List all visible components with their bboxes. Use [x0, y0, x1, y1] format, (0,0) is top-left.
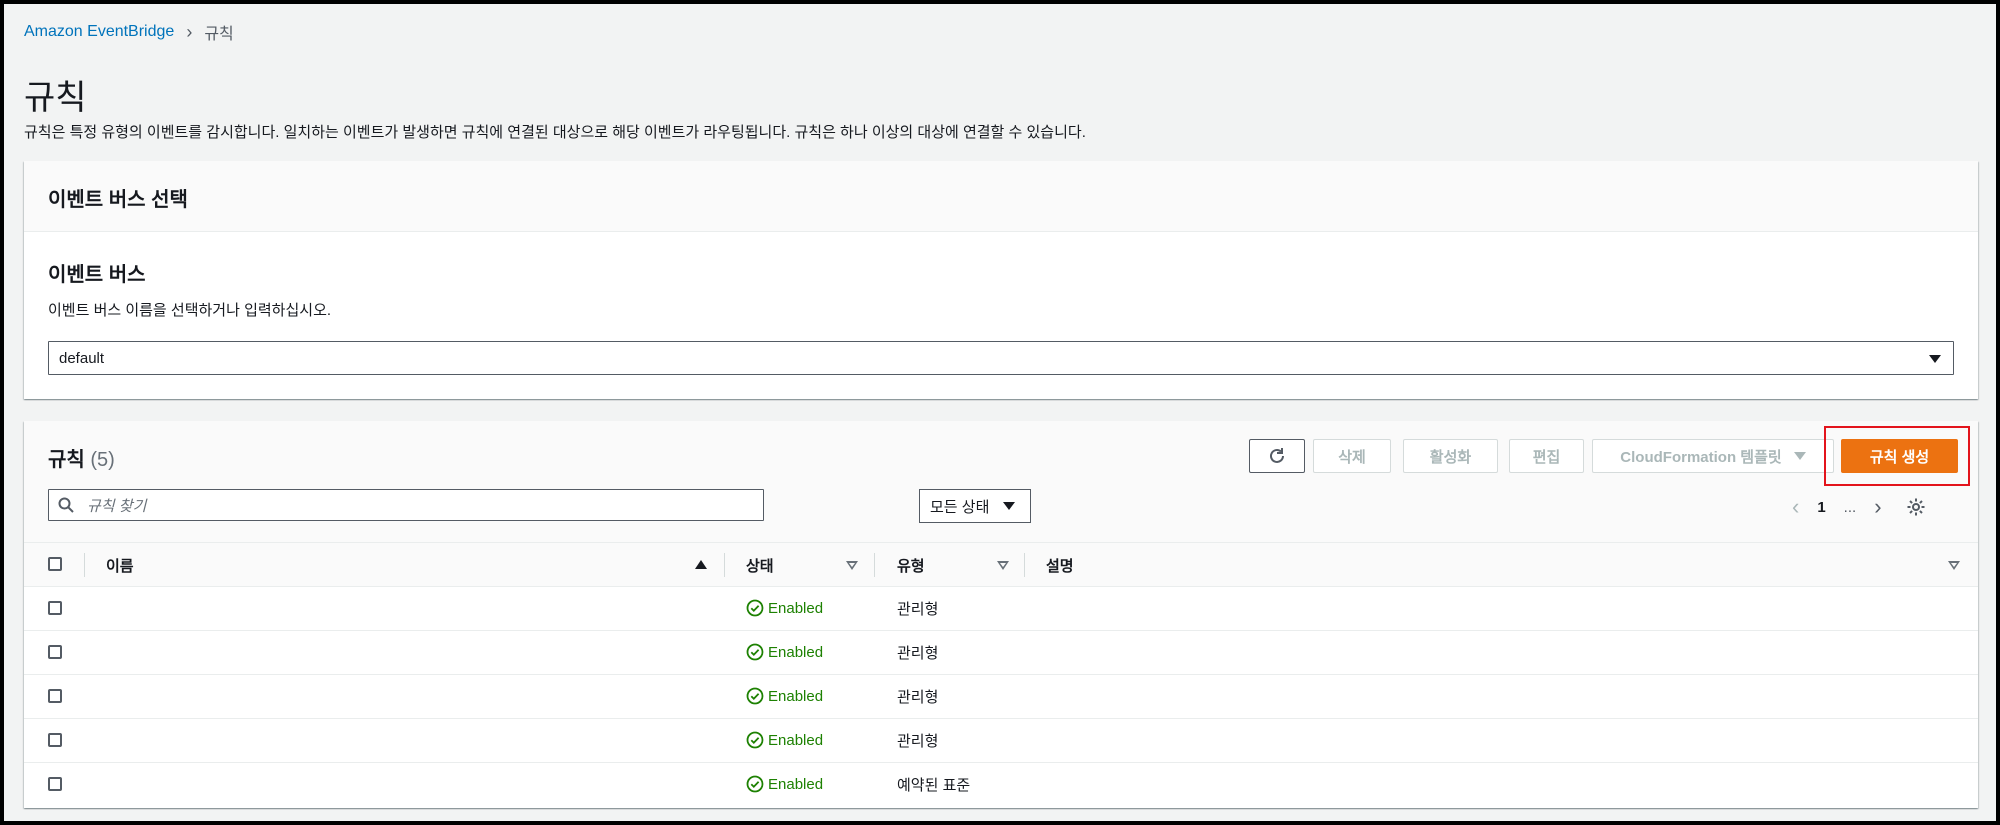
status-cell: Enabled: [746, 775, 823, 793]
rules-panel: 규칙 (5) 삭제 활성화 편집 CloudFormation 템플릿 규칙 생…: [24, 421, 1978, 808]
sort-toggle-icon[interactable]: [846, 561, 858, 570]
caret-down-icon: [1003, 502, 1016, 510]
check-circle-icon: [746, 731, 764, 749]
rule-search: [48, 489, 764, 521]
check-circle-icon: [746, 687, 764, 705]
type-cell: 관리형: [897, 601, 939, 618]
row-checkbox[interactable]: [48, 777, 62, 791]
refresh-button[interactable]: [1249, 439, 1305, 473]
status-cell: Enabled: [746, 687, 823, 705]
delete-button[interactable]: 삭제: [1313, 439, 1391, 473]
table-row: Enabled 관리형: [24, 631, 1978, 675]
search-icon: [58, 497, 74, 513]
pagination: ‹ 1 ... ›: [1792, 493, 1926, 521]
row-checkbox[interactable]: [48, 733, 62, 747]
select-all-checkbox[interactable]: [48, 557, 62, 571]
event-bus-select[interactable]: default: [48, 341, 1954, 375]
status-filter-value: 모든 상태: [930, 498, 990, 516]
rule-search-input[interactable]: [85, 494, 749, 518]
gear-icon[interactable]: [1906, 497, 1926, 517]
page: Amazon EventBridge › 규칙 규칙 규칙은 특정 유형의 이벤…: [4, 4, 1996, 821]
status-cell: Enabled: [746, 731, 823, 749]
column-header-status[interactable]: 상태: [746, 555, 774, 576]
rules-title-text: 규칙: [48, 449, 85, 471]
column-header-name[interactable]: 이름: [106, 555, 134, 576]
event-bus-selected-value: default: [59, 350, 105, 367]
refresh-icon: [1270, 448, 1284, 463]
breadcrumb: Amazon EventBridge › 규칙: [24, 20, 234, 44]
page-description: 규칙은 특정 유형의 이벤트를 감시합니다. 일치하는 이벤트가 발생하면 규칙…: [24, 124, 1086, 141]
page-title: 규칙: [24, 79, 87, 117]
table-header: 이름 상태 유형 설명: [24, 542, 1978, 587]
row-checkbox[interactable]: [48, 645, 62, 659]
type-cell: 관리형: [897, 645, 939, 662]
sort-toggle-icon[interactable]: [997, 561, 1009, 570]
status-filter-select[interactable]: 모든 상태: [919, 489, 1031, 523]
enable-button[interactable]: 활성화: [1403, 439, 1498, 473]
pagination-ellipsis: ...: [1843, 498, 1857, 516]
caret-down-icon: [1793, 452, 1806, 460]
event-bus-panel-header: 이벤트 버스 선택: [24, 161, 1978, 232]
table-row: Enabled 관리형: [24, 675, 1978, 719]
check-circle-icon: [746, 775, 764, 793]
rules-panel-header: 규칙 (5) 삭제 활성화 편집 CloudFormation 템플릿 규칙 생…: [24, 421, 1978, 542]
row-checkbox[interactable]: [48, 601, 62, 615]
previous-page-icon[interactable]: ‹: [1792, 496, 1799, 518]
column-divider: [724, 553, 725, 577]
breadcrumb-current: 규칙: [204, 26, 234, 43]
edit-button[interactable]: 편집: [1509, 439, 1584, 473]
table-row: Enabled 관리형: [24, 587, 1978, 631]
create-rule-button[interactable]: 규칙 생성: [1841, 439, 1958, 473]
rules-title: 규칙 (5): [48, 443, 115, 472]
event-bus-panel-title: 이벤트 버스 선택: [48, 189, 188, 211]
status-text: Enabled: [768, 731, 824, 749]
type-cell: 예약된 표준: [897, 777, 971, 794]
breadcrumb-link-eventbridge[interactable]: Amazon EventBridge: [24, 23, 174, 41]
status-text: Enabled: [768, 775, 824, 793]
status-cell: Enabled: [746, 599, 823, 617]
table-row: Enabled 관리형: [24, 719, 1978, 763]
status-text: Enabled: [768, 687, 824, 705]
cloudformation-template-label: CloudFormation 템플릿: [1620, 448, 1782, 466]
event-bus-hint: 이벤트 버스 이름을 선택하거나 입력하십시오.: [48, 302, 332, 319]
status-text: Enabled: [768, 599, 824, 617]
cloudformation-template-button[interactable]: CloudFormation 템플릿: [1592, 439, 1834, 473]
chevron-right-icon: ›: [186, 21, 193, 42]
sort-toggle-icon[interactable]: [1948, 561, 1960, 570]
next-page-icon[interactable]: ›: [1874, 496, 1881, 518]
event-bus-panel: 이벤트 버스 선택 이벤트 버스 이벤트 버스 이름을 선택하거나 입력하십시오…: [24, 161, 1978, 399]
check-circle-icon: [746, 599, 764, 617]
table-row: Enabled 예약된 표준: [24, 763, 1978, 807]
event-bus-label: 이벤트 버스: [48, 264, 146, 286]
status-cell: Enabled: [746, 643, 823, 661]
row-checkbox[interactable]: [48, 689, 62, 703]
column-header-description[interactable]: 설명: [1046, 555, 1074, 576]
column-header-type[interactable]: 유형: [897, 555, 925, 576]
type-cell: 관리형: [897, 733, 939, 750]
check-circle-icon: [746, 643, 764, 661]
type-cell: 관리형: [897, 689, 939, 706]
column-divider: [874, 553, 875, 577]
column-divider: [1024, 553, 1025, 577]
rules-count: (5): [90, 449, 115, 471]
page-number[interactable]: 1: [1817, 499, 1825, 516]
sort-ascending-icon[interactable]: [695, 560, 707, 569]
caret-down-icon: [1929, 355, 1941, 363]
column-divider: [84, 553, 85, 577]
status-text: Enabled: [768, 643, 824, 661]
